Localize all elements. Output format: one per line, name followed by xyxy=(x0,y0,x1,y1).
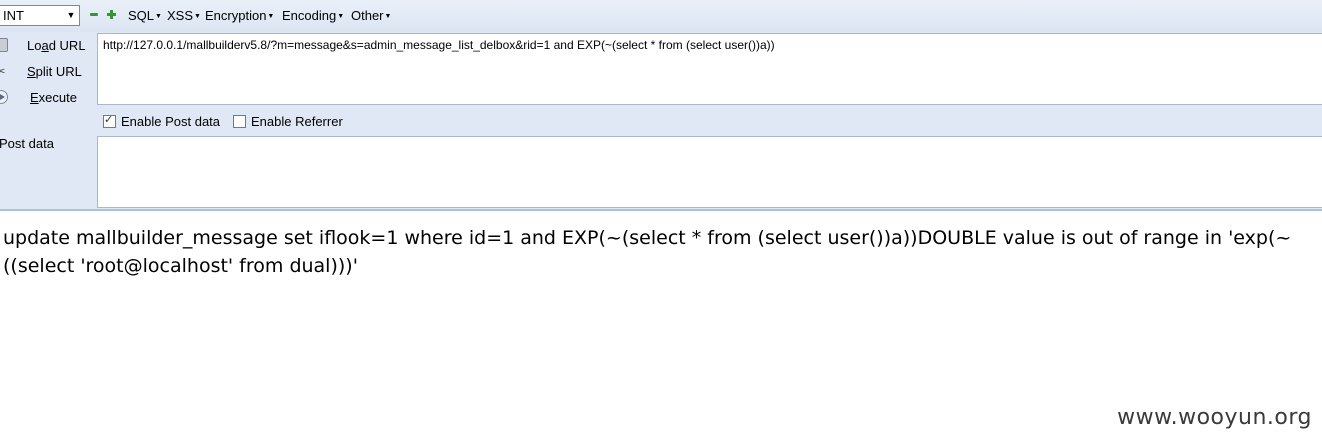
checkbox-checked-icon[interactable] xyxy=(103,113,116,128)
watermark: www.wooyun.org xyxy=(1117,405,1312,430)
load-url-icon xyxy=(0,38,8,52)
minus-icon[interactable] xyxy=(90,10,99,19)
checkbox-unchecked-icon[interactable] xyxy=(233,115,246,128)
post-data-input[interactable] xyxy=(97,136,1322,208)
split-url-button[interactable]: ✂ Split URL xyxy=(0,62,95,82)
post-data-label: Post data xyxy=(0,136,54,151)
enable-referrer-checkbox[interactable]: Enable Referrer xyxy=(233,114,343,129)
menu-encryption[interactable]: Encryption▼ xyxy=(205,8,274,23)
page-response-text: update mallbuilder_message set iflook=1 … xyxy=(3,227,1292,277)
plus-icon[interactable] xyxy=(107,10,116,19)
menu-sql[interactable]: SQL▼ xyxy=(128,8,162,23)
load-url-button[interactable]: Load URL xyxy=(0,36,95,56)
menu-encoding[interactable]: Encoding▼ xyxy=(282,8,344,23)
enable-post-checkbox[interactable]: Enable Post data xyxy=(103,113,221,129)
execute-button[interactable]: Execute xyxy=(0,88,95,108)
panel-divider xyxy=(0,209,1322,211)
menu-xss[interactable]: XSS▼ xyxy=(167,8,201,23)
hackbar-panel: INT ▼ SQL▼ XSS▼ Encryption▼ Encoding▼ Ot… xyxy=(0,0,1322,210)
menu-other[interactable]: Other▼ xyxy=(351,8,391,23)
enable-referrer-label: Enable Referrer xyxy=(251,114,343,129)
execute-label: Execute xyxy=(30,90,77,105)
split-url-label: Split URL xyxy=(27,64,82,79)
enable-post-label: Enable Post data xyxy=(121,114,221,129)
mode-select-value: INT xyxy=(3,8,24,23)
split-url-icon: ✂ xyxy=(0,64,8,78)
chevron-down-icon: ▼ xyxy=(66,10,76,20)
execute-icon xyxy=(0,90,8,104)
url-input[interactable]: http://127.0.0.1/mallbuilderv5.8/?m=mess… xyxy=(97,33,1322,105)
load-url-label: Load URL xyxy=(27,38,86,53)
mode-select[interactable]: INT ▼ xyxy=(0,5,80,26)
toolbar: INT ▼ SQL▼ XSS▼ Encryption▼ Encoding▼ Ot… xyxy=(0,0,1322,32)
